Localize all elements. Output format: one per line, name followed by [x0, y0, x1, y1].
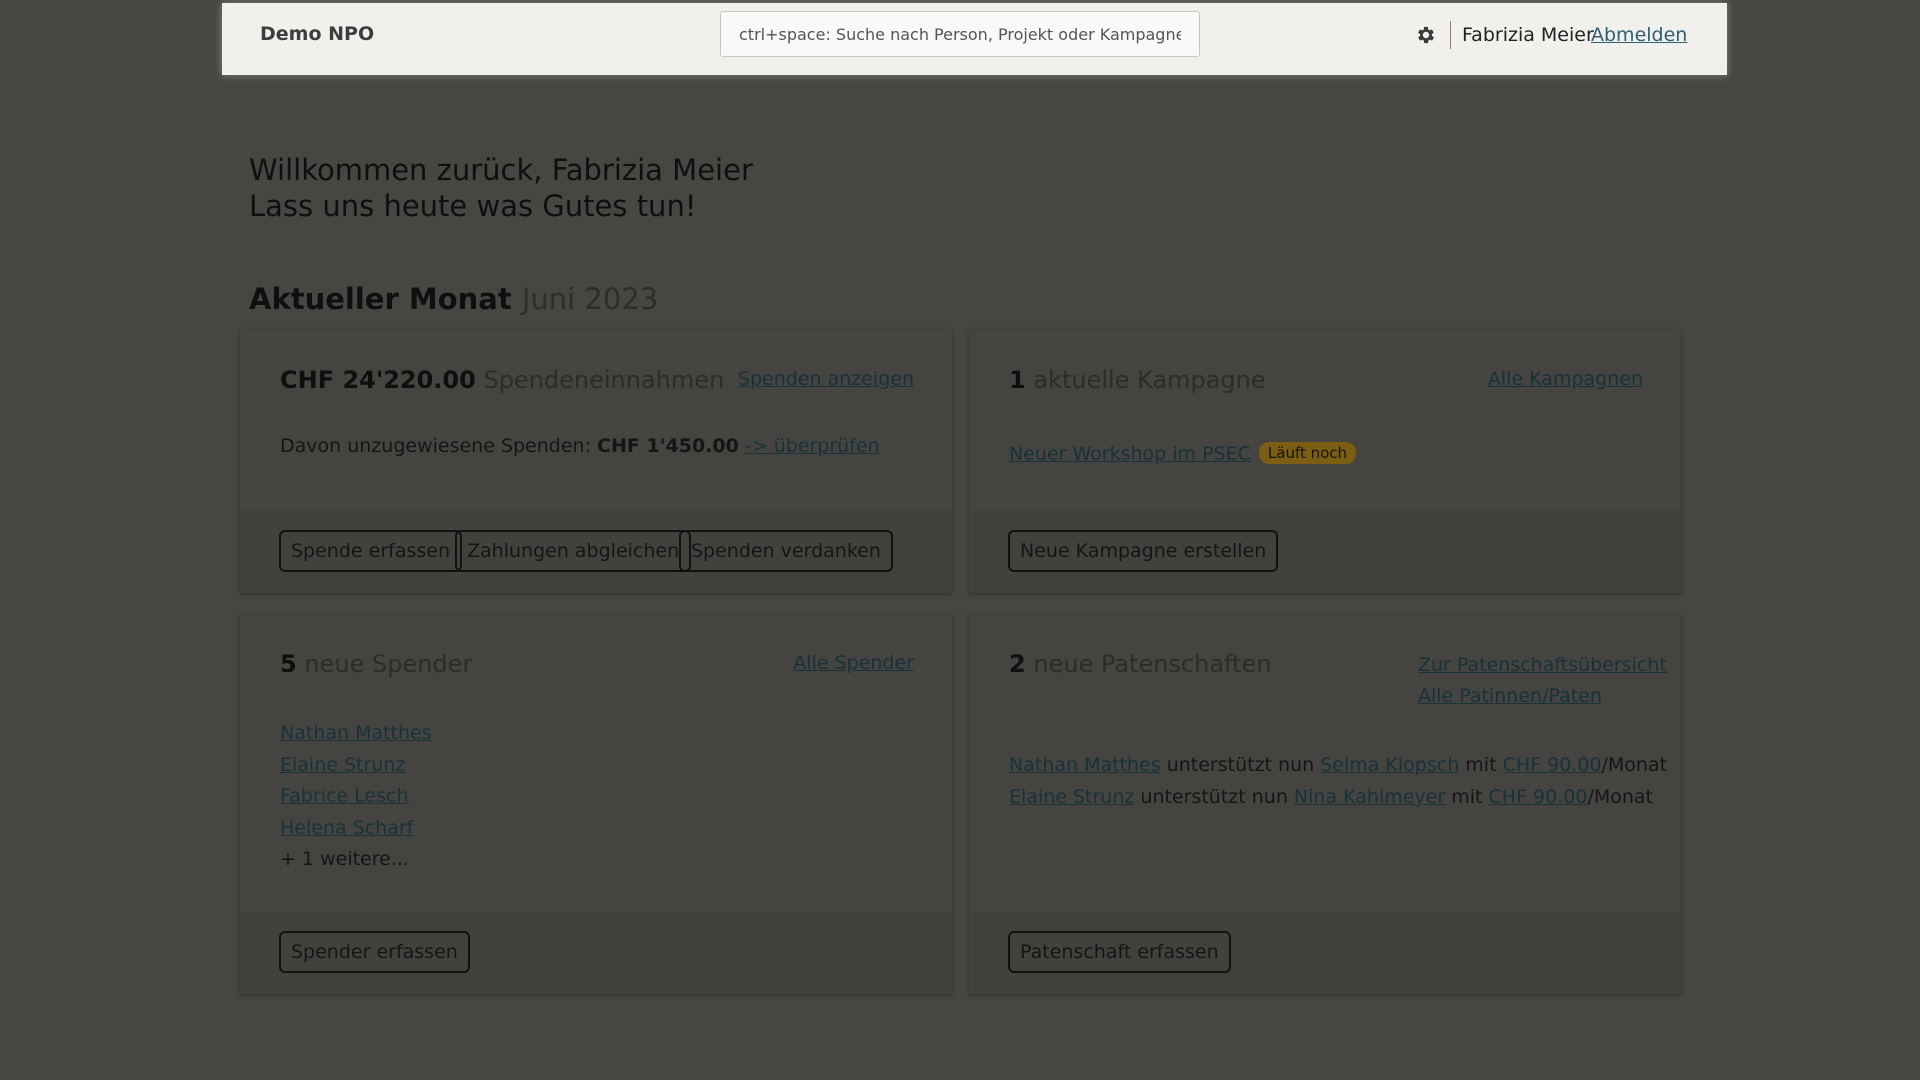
list-item: Elaine Strunz [280, 750, 432, 782]
with-text: mit [1451, 786, 1483, 808]
supports-text: unterstützt nun [1166, 754, 1315, 776]
all-donors-link[interactable]: Alle Spender [793, 652, 914, 674]
campaign-item: Neuer Workshop im PSEC Läuft noch [1009, 442, 1357, 465]
month-heading: Aktueller Monat Juni 2023 [249, 282, 658, 316]
welcome-message: Willkommen zurück, Fabrizia Meier Lass u… [249, 152, 753, 224]
unassigned-amount: CHF 1'450.00 [597, 435, 739, 457]
donations-card-footer: Spende erfassen Zahlungen abgleichen Spe… [240, 510, 952, 593]
top-bar: Demo NPO Fabrizia Meier Abmelden [222, 3, 1727, 75]
logout-link[interactable]: Abmelden [1591, 24, 1687, 46]
amount-link[interactable]: CHF 90.00 [1489, 786, 1588, 808]
all-sponsors-link[interactable]: Alle Patinnen/Paten [1418, 685, 1602, 707]
child-link[interactable]: Selma Klopsch [1320, 754, 1459, 776]
thank-donations-button[interactable]: Spenden verdanken [679, 530, 893, 572]
review-unassigned-link[interactable]: -> überprüfen [745, 435, 880, 457]
list-item: Nathan Matthes [280, 718, 432, 750]
list-item: Helena Scharf [280, 813, 432, 845]
all-campaigns-link[interactable]: Alle Kampagnen [1488, 368, 1643, 390]
unassigned-donations: Davon unzugewiesene Spenden: CHF 1'450.0… [280, 435, 880, 457]
sponsorship-overview-link[interactable]: Zur Patenschaftsübersicht [1418, 654, 1667, 676]
more-donors-text: + 1 weitere... [280, 848, 409, 870]
donors-card: 5 neue Spender Alle Spender Nathan Matth… [240, 614, 952, 994]
donors-card-footer: Spender erfassen [240, 911, 952, 994]
gear-icon[interactable] [1415, 24, 1437, 46]
unassigned-label: Davon unzugewiesene Spenden: [280, 435, 591, 457]
sponsorship-row: Elaine Strunz unterstützt nun Nina Kahlm… [1009, 786, 1653, 808]
donors-count: 5 [280, 650, 297, 678]
campaigns-card-footer: Neue Kampagne erstellen [969, 510, 1681, 593]
campaigns-card: 1 aktuelle Kampagne Alle Kampagnen Neuer… [969, 330, 1681, 593]
month-value: Juni 2023 [521, 282, 659, 316]
sponsorships-card-footer: Patenschaft erfassen [969, 911, 1681, 994]
add-donation-button[interactable]: Spende erfassen [279, 530, 463, 572]
welcome-line-2: Lass uns heute was Gutes tun! [249, 189, 697, 223]
donors-label: neue Spender [304, 650, 473, 678]
amount-link[interactable]: CHF 90.00 [1503, 754, 1602, 776]
donations-card: CHF 24'220.00 Spendeneinnahmen Spenden a… [240, 330, 952, 593]
new-donors-list: Nathan Matthes Elaine Strunz Fabrice Les… [280, 718, 432, 876]
header-divider [1450, 21, 1451, 49]
per-month-text: /Monat [1587, 786, 1653, 808]
list-item: Fabrice Lesch [280, 781, 432, 813]
with-text: mit [1465, 754, 1497, 776]
sponsorships-count: 2 [1009, 650, 1026, 678]
sponsorships-title: 2 neue Patenschaften [1009, 650, 1271, 678]
add-donor-button[interactable]: Spender erfassen [279, 931, 470, 973]
donations-title: CHF 24'220.00 Spendeneinnahmen [280, 366, 724, 394]
create-campaign-button[interactable]: Neue Kampagne erstellen [1008, 530, 1279, 572]
donations-amount: CHF 24'220.00 [280, 366, 476, 394]
sponsor-link[interactable]: Nathan Matthes [1009, 754, 1161, 776]
reconcile-payments-button[interactable]: Zahlungen abgleichen [455, 530, 692, 572]
donations-label: Spendeneinnahmen [483, 366, 725, 394]
brand-name[interactable]: Demo NPO [260, 23, 374, 45]
donor-link[interactable]: Fabrice Lesch [280, 785, 408, 807]
status-badge: Läuft noch [1258, 442, 1357, 464]
campaigns-title: 1 aktuelle Kampagne [1009, 366, 1266, 394]
donor-link[interactable]: Helena Scharf [280, 817, 413, 839]
sponsorships-card: 2 neue Patenschaften Zur Patenschaftsübe… [969, 614, 1681, 994]
per-month-text: /Monat [1601, 754, 1668, 776]
child-link[interactable]: Nina Kahlmeyer [1294, 786, 1445, 808]
add-sponsorship-button[interactable]: Patenschaft erfassen [1008, 931, 1231, 973]
campaign-link[interactable]: Neuer Workshop im PSEC [1009, 443, 1251, 465]
donor-link[interactable]: Elaine Strunz [280, 754, 405, 776]
sponsorships-label: neue Patenschaften [1033, 650, 1272, 678]
supports-text: unterstützt nun [1140, 786, 1288, 808]
sponsor-link[interactable]: Elaine Strunz [1009, 786, 1134, 808]
donors-title: 5 neue Spender [280, 650, 472, 678]
welcome-line-1: Willkommen zurück, Fabrizia Meier [249, 153, 753, 187]
sponsorship-row: Nathan Matthes unterstützt nun Selma Klo… [1009, 754, 1667, 776]
search-input[interactable] [720, 11, 1200, 57]
user-name: Fabrizia Meier [1462, 24, 1594, 46]
donor-link[interactable]: Nathan Matthes [280, 722, 432, 744]
month-heading-label: Aktueller Monat [249, 282, 512, 316]
campaigns-label: aktuelle Kampagne [1033, 366, 1266, 394]
show-donations-link[interactable]: Spenden anzeigen [738, 368, 914, 390]
campaigns-count: 1 [1009, 366, 1026, 394]
